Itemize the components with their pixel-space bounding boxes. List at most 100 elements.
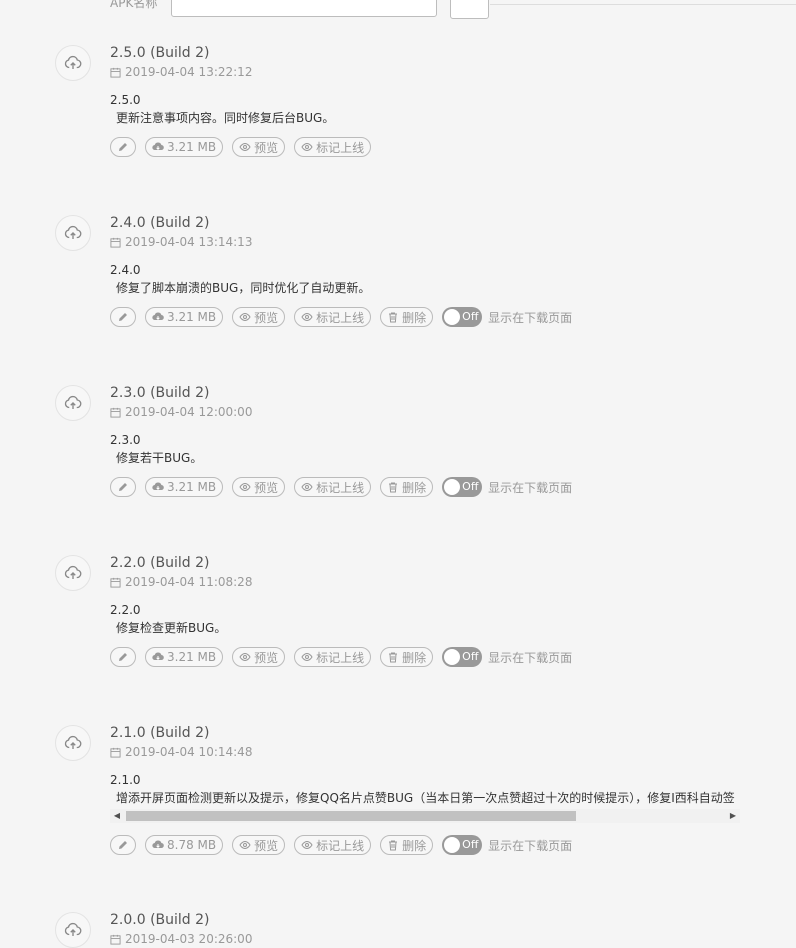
- preview-button[interactable]: 预览: [232, 835, 286, 855]
- mark-online-button[interactable]: 标记上线: [294, 137, 372, 157]
- toggle-knob: [444, 309, 461, 325]
- version-title: 2.0.0 (Build 2): [110, 912, 210, 928]
- toggle-state: Off: [462, 650, 479, 663]
- trash-icon: [389, 482, 398, 493]
- trash-icon: [389, 652, 398, 663]
- show-on-download-toggle[interactable]: Off: [442, 307, 483, 327]
- release-note: 修复若干BUG。: [116, 451, 203, 465]
- eye-icon: [301, 142, 313, 152]
- toggle-knob: [444, 479, 461, 495]
- preview-button[interactable]: 预览: [232, 647, 286, 667]
- mark-online-button[interactable]: 标记上线: [294, 647, 372, 667]
- version-title: 2.4.0 (Build 2): [110, 215, 210, 231]
- eye-icon: [239, 652, 251, 662]
- search-button[interactable]: [450, 0, 489, 19]
- pencil-icon: [119, 313, 127, 321]
- download-button[interactable]: 3.21 MB: [145, 307, 224, 327]
- pencil-icon: [119, 143, 127, 151]
- preview-button[interactable]: 预览: [232, 477, 286, 497]
- mark-online-label: 标记上线: [316, 480, 365, 495]
- toggle-knob: [444, 837, 461, 853]
- action-bar: 3.21 MB 预览 标记上线 删除 Off 显示在下载页面: [110, 307, 572, 327]
- search-input[interactable]: [171, 0, 437, 17]
- preview-label: 预览: [254, 480, 279, 495]
- cloud-upload-icon: [55, 45, 91, 81]
- version-date: 2019-04-04 11:08:28: [110, 575, 252, 589]
- scroll-thumb[interactable]: [126, 811, 576, 821]
- eye-icon: [301, 482, 313, 492]
- eye-icon: [301, 652, 313, 662]
- version-title: 2.3.0 (Build 2): [110, 385, 210, 401]
- eye-icon: [301, 312, 313, 322]
- action-bar: 3.21 MB 预览 标记上线: [110, 137, 372, 157]
- calendar-icon: [110, 747, 121, 758]
- cloud-download-icon: [152, 652, 164, 661]
- delete-button[interactable]: 删除: [380, 477, 434, 497]
- download-button[interactable]: 8.78 MB: [145, 835, 224, 855]
- download-button[interactable]: 3.21 MB: [145, 477, 224, 497]
- pencil-icon: [119, 653, 127, 661]
- date-text: 2019-04-03 20:26:00: [125, 932, 253, 946]
- action-bar: 8.78 MB 预览 标记上线 删除 Off 显示在下载页面: [110, 835, 572, 855]
- delete-label: 删除: [402, 838, 427, 853]
- toggle-label: 显示在下载页面: [488, 650, 573, 665]
- calendar-icon: [110, 237, 121, 248]
- version-number: 2.3.0: [110, 433, 141, 447]
- mark-online-button[interactable]: 标记上线: [294, 477, 372, 497]
- action-bar: 3.21 MB 预览 标记上线 删除 Off 显示在下载页面: [110, 647, 572, 667]
- toggle-state: Off: [462, 480, 479, 493]
- toggle-state: Off: [462, 310, 479, 323]
- toggle-knob: [444, 649, 461, 665]
- pencil-icon: [119, 483, 127, 491]
- mark-online-label: 标记上线: [316, 310, 365, 325]
- edit-button[interactable]: [110, 647, 136, 667]
- delete-button[interactable]: 删除: [380, 307, 434, 327]
- delete-button[interactable]: 删除: [380, 835, 434, 855]
- scroll-right-arrow-icon[interactable]: ▶: [726, 810, 740, 822]
- mark-online-button[interactable]: 标记上线: [294, 307, 372, 327]
- show-on-download-toggle[interactable]: Off: [442, 835, 483, 855]
- preview-button[interactable]: 预览: [232, 307, 286, 327]
- version-number: 2.1.0: [110, 773, 141, 787]
- scroll-left-arrow-icon[interactable]: ◀: [110, 810, 124, 822]
- edit-button[interactable]: [110, 137, 136, 157]
- toggle-state: Off: [462, 838, 479, 851]
- edit-button[interactable]: [110, 835, 136, 855]
- action-bar: 3.21 MB 预览 标记上线 删除 Off 显示在下载页面: [110, 477, 572, 497]
- download-button[interactable]: 3.21 MB: [145, 137, 224, 157]
- version-number: 2.5.0: [110, 93, 141, 107]
- search-label: APK名称: [110, 0, 158, 10]
- show-on-download-toggle[interactable]: Off: [442, 647, 483, 667]
- version-date: 2019-04-04 13:14:13: [110, 235, 252, 249]
- date-text: 2019-04-04 11:08:28: [125, 575, 253, 589]
- calendar-icon: [110, 577, 121, 588]
- mark-online-button[interactable]: 标记上线: [294, 835, 372, 855]
- preview-button[interactable]: 预览: [232, 137, 286, 157]
- edit-button[interactable]: [110, 307, 136, 327]
- file-size: 3.21 MB: [167, 650, 217, 664]
- date-text: 2019-04-04 12:00:00: [125, 405, 253, 419]
- cloud-upload-icon: [55, 385, 91, 421]
- release-note: 增添开屏页面检测更新以及提示，修复QQ名片点赞BUG（当本日第一次点赞超过十次的…: [116, 791, 735, 805]
- delete-button[interactable]: 删除: [380, 647, 434, 667]
- horizontal-scrollbar[interactable]: ◀ ▶: [110, 809, 740, 823]
- show-on-download-toggle[interactable]: Off: [442, 477, 483, 497]
- file-size: 3.21 MB: [167, 310, 217, 324]
- delete-label: 删除: [402, 480, 427, 495]
- trash-icon: [389, 840, 398, 851]
- cloud-upload-icon: [55, 215, 91, 251]
- mark-online-label: 标记上线: [316, 838, 365, 853]
- mark-online-label: 标记上线: [316, 140, 365, 155]
- date-text: 2019-04-04 10:14:48: [125, 745, 253, 759]
- download-button[interactable]: 3.21 MB: [145, 647, 224, 667]
- eye-icon: [239, 312, 251, 322]
- preview-label: 预览: [254, 650, 279, 665]
- cloud-download-icon: [152, 482, 164, 491]
- edit-button[interactable]: [110, 477, 136, 497]
- file-size: 3.21 MB: [167, 480, 217, 494]
- date-text: 2019-04-04 13:22:12: [125, 65, 253, 79]
- version-date: 2019-04-04 12:00:00: [110, 405, 252, 419]
- eye-icon: [239, 142, 251, 152]
- toggle-label: 显示在下载页面: [488, 480, 573, 495]
- delete-label: 删除: [402, 650, 427, 665]
